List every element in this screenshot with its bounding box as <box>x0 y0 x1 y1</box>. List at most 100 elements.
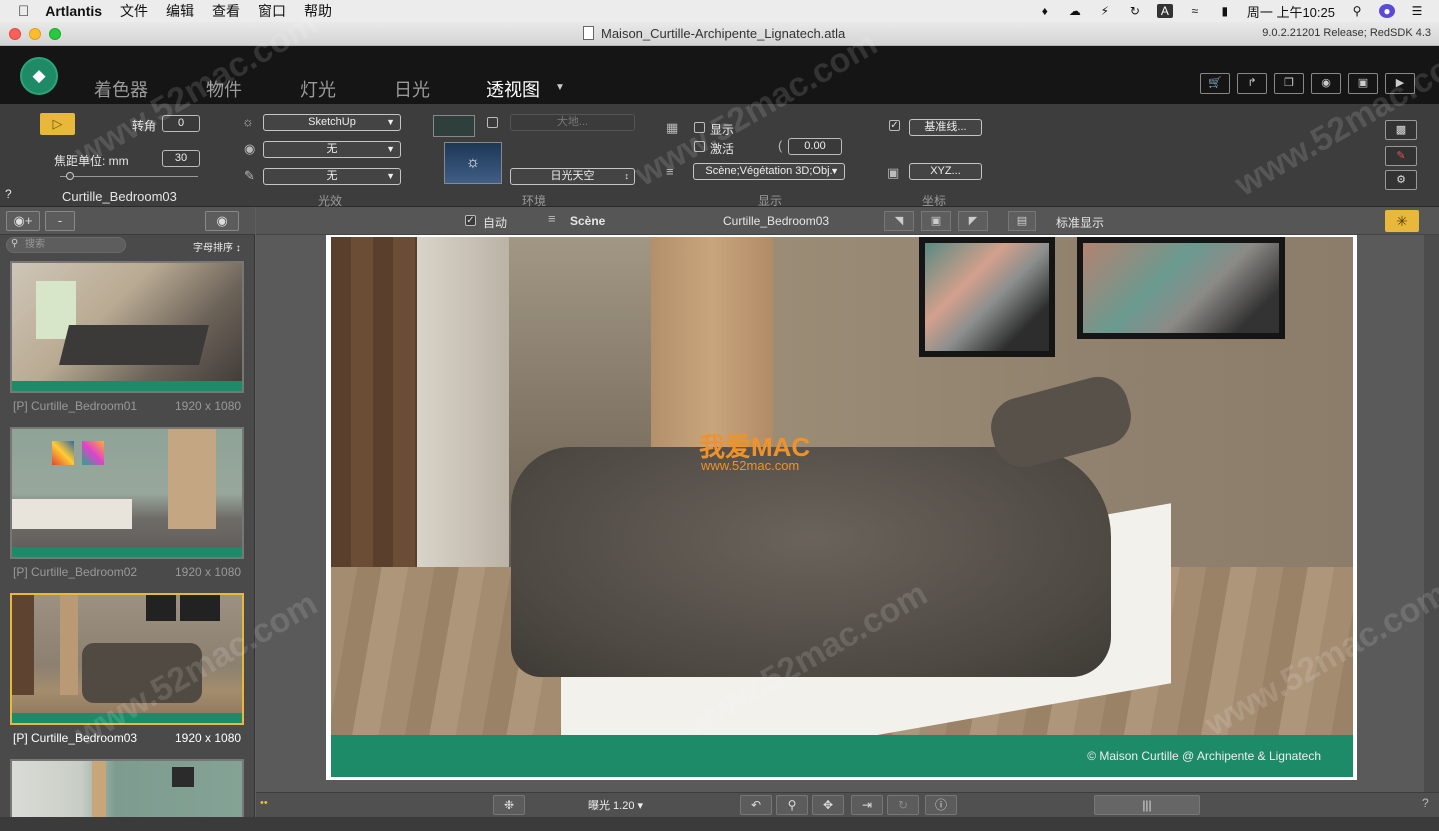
undo-view-icon[interactable]: ↶ <box>740 795 772 815</box>
menu-help[interactable]: 帮助 <box>304 1 332 21</box>
ground-button[interactable]: 大地... <box>510 114 635 131</box>
batch-render-icon[interactable]: ▣ <box>1348 73 1378 94</box>
sort-select[interactable]: 字母排序 ↕ <box>193 239 241 254</box>
ground-checkbox[interactable] <box>487 117 498 128</box>
auto-checkbox[interactable]: ✓ <box>465 215 476 226</box>
render-preview-image[interactable]: 我爱MAC www.52mac.com <box>331 237 1353 735</box>
perspective-camera-icon[interactable]: ▷ <box>40 113 75 135</box>
orbit-icon[interactable]: ↻ <box>887 795 919 815</box>
notification-icon[interactable]: ♦ <box>1037 4 1053 18</box>
console-icon[interactable]: ▶ <box>1385 73 1415 94</box>
version-info: 9.0.2.21201 Release; RedSDK 4.3 <box>1262 27 1431 39</box>
pan-move-icon[interactable]: ✥ <box>812 795 844 815</box>
activate-checkbox[interactable] <box>694 141 705 152</box>
view-thumbnail-3[interactable] <box>10 593 244 725</box>
panel-help[interactable]: ? <box>5 187 12 201</box>
view-thumbnail-2[interactable] <box>10 427 244 559</box>
view-thumbnail-4[interactable] <box>10 759 244 817</box>
tab-shaders[interactable]: 着色器 <box>94 76 148 102</box>
fit-left-icon[interactable]: ◥ <box>884 211 914 231</box>
menu-edit[interactable]: 编辑 <box>166 1 194 21</box>
sidebar-search-input[interactable]: 搜索 <box>6 237 126 253</box>
view-name-3[interactable]: [P] Curtille_Bedroom03 <box>13 731 137 745</box>
menu-file[interactable]: 文件 <box>120 1 148 21</box>
remove-view-button[interactable]: - <box>45 211 75 231</box>
focal-input[interactable]: 30 <box>162 150 200 167</box>
display-mode-label[interactable]: 标准显示 <box>1056 214 1104 231</box>
menubar-clock[interactable]: 周一 上午10:25 <box>1247 2 1335 21</box>
time-machine-icon[interactable]: ↻ <box>1127 4 1143 18</box>
export-icon[interactable]: ↱ <box>1237 73 1267 94</box>
input-source-icon[interactable]: A <box>1156 4 1173 18</box>
baseline-button[interactable]: 基准线... <box>909 119 982 136</box>
minimize-window-button[interactable] <box>29 28 41 40</box>
spotlight-search-icon[interactable]: ⚲ <box>1349 4 1365 18</box>
viewport-scrollbar[interactable] <box>1424 235 1439 792</box>
view-name-1[interactable]: [P] Curtille_Bedroom01 <box>13 399 137 413</box>
visibility-eye-icon[interactable]: ◉ <box>205 211 239 231</box>
light-group-select[interactable]: SketchUp ▼ <box>263 114 401 131</box>
windows-icon[interactable]: ❒ <box>1274 73 1304 94</box>
tab-lights[interactable]: 灯光 <box>300 76 336 102</box>
info-icon[interactable]: ⓘ <box>925 795 957 815</box>
bottom-toolbar <box>256 792 1439 817</box>
wifi-icon[interactable]: ≈ <box>1187 4 1203 18</box>
view-name-2[interactable]: [P] Curtille_Bedroom02 <box>13 565 137 579</box>
display-mode-icon[interactable]: ▤ <box>1008 211 1036 231</box>
menu-view[interactable]: 查看 <box>212 1 240 21</box>
baseline-checkbox[interactable]: ✓ <box>889 120 900 131</box>
tab-dropdown-icon[interactable]: ▼ <box>555 82 565 93</box>
zoom-window-button[interactable] <box>49 28 61 40</box>
focal-slider[interactable] <box>60 176 198 177</box>
battery-icon[interactable]: ▮ <box>1217 4 1233 18</box>
view-thumbnail-1[interactable] <box>10 261 244 393</box>
fit-right-icon[interactable]: ◤ <box>958 211 988 231</box>
sky-select[interactable]: 日光天空 ↕ <box>510 168 635 185</box>
sky-preview[interactable]: ☼ <box>444 142 502 184</box>
scene-label[interactable]: Scène <box>570 214 605 228</box>
control-center-icon[interactable]: ☰ <box>1409 4 1425 18</box>
navigation-slider[interactable]: ||| <box>1094 795 1200 815</box>
preview-render-icon[interactable]: ✳ <box>1385 210 1419 232</box>
walk-icon[interactable]: ⇥ <box>851 795 883 815</box>
camera-render-icon[interactable]: ◉ <box>1311 73 1341 94</box>
lock-icon[interactable]: ▣ <box>887 165 899 181</box>
focal-slider-handle[interactable] <box>66 172 74 180</box>
status-dots: •• <box>260 797 268 809</box>
menu-window[interactable]: 窗口 <box>258 1 286 21</box>
menu-app-name[interactable]: Artlantis <box>45 3 102 19</box>
view-resolution-1: 1920 x 1080 <box>175 399 242 413</box>
settings-gear-icon[interactable]: ⚙ <box>1385 170 1417 190</box>
auto-label: 自动 <box>483 216 508 230</box>
xyz-button[interactable]: XYZ... <box>909 163 982 180</box>
show-checkbox[interactable] <box>694 122 705 133</box>
add-view-camera-icon[interactable]: ◉+ <box>6 211 40 231</box>
layers-select[interactable]: Scène;Végétation 3D;Obj. ▼ <box>693 163 845 180</box>
exposure-value: 曝光 1.20 <box>588 800 635 812</box>
color-palette-icon[interactable]: ✎ <box>1385 146 1417 166</box>
apple-icon[interactable]:  <box>18 3 29 20</box>
bottom-help[interactable]: ? <box>1422 796 1429 810</box>
viewport-toolbar <box>256 207 1439 235</box>
postprocess-select[interactable]: 无 ▼ <box>263 168 401 185</box>
aperture-icon[interactable]: ❉ <box>493 795 525 815</box>
bolt-icon[interactable]: ⚡ <box>1097 4 1113 18</box>
display-value-input[interactable]: 0.00 <box>788 138 842 155</box>
siri-icon[interactable]: ● <box>1379 4 1395 18</box>
view-name: Curtille_Bedroom03 <box>62 189 177 204</box>
checker-icon[interactable]: ▩ <box>1385 120 1417 140</box>
fit-frame-icon[interactable]: ▣ <box>921 211 951 231</box>
cart-icon[interactable]: 🛒 <box>1200 73 1230 94</box>
thumb-credit-band <box>12 713 242 723</box>
light-effect-select[interactable]: 无 ▼ <box>263 141 401 158</box>
tab-heliodon[interactable]: 日光 <box>394 76 430 102</box>
artlantis-logo-icon[interactable]: ◆ <box>20 57 58 95</box>
cloud-icon[interactable]: ☁ <box>1067 4 1083 18</box>
close-window-button[interactable] <box>9 28 21 40</box>
tab-perspectives[interactable]: 透视图 <box>486 76 540 102</box>
tab-objects[interactable]: 物件 <box>206 76 242 102</box>
zoom-icon[interactable]: ⚲ <box>776 795 808 815</box>
exposure-select[interactable]: 曝光 1.20 ▾ <box>588 797 643 813</box>
ground-swatch[interactable] <box>433 115 475 137</box>
rotation-input[interactable]: 0 <box>162 115 200 132</box>
